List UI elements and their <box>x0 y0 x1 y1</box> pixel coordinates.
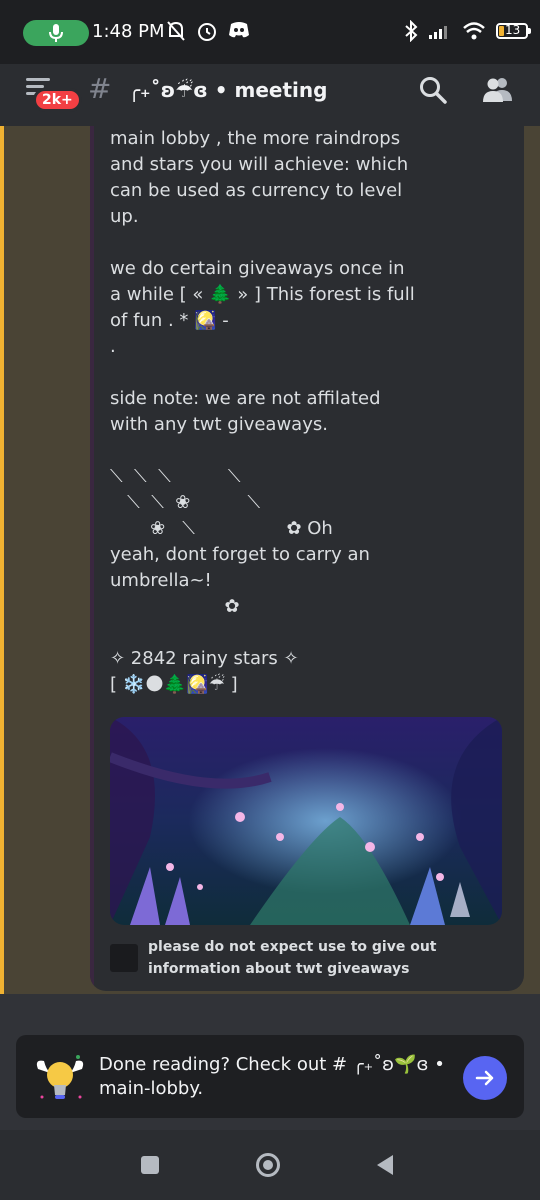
clock: 1:48 PM <box>92 21 165 42</box>
next-channel-card[interactable]: Done reading? Check out # ╭₊˚ʚ🌱ɞ • main-… <box>16 1035 524 1118</box>
wifi-icon <box>463 22 485 40</box>
channel-header: 2k+ # ╭₊˚ʚ☔ɞ • meeting <box>0 64 540 126</box>
battery-icon: 13 <box>496 23 531 39</box>
bluetooth-icon <box>405 20 418 42</box>
notification-badge: 2k+ <box>33 88 82 112</box>
embed-footer-text: please do not expect use to give out inf… <box>148 939 437 977</box>
status-bar: 1:48 PM 13 <box>0 0 540 64</box>
lightbulb-icon <box>36 1055 84 1099</box>
members-icon <box>483 78 512 102</box>
bottom-area: Done reading? Check out # ╭₊˚ʚ🌱ɞ • main-… <box>0 994 540 1130</box>
channel-title[interactable]: ╭₊˚ʚ☔ɞ • meeting <box>128 78 327 102</box>
mic-icon <box>49 24 63 42</box>
mic-active-indicator[interactable] <box>23 20 89 46</box>
mute-bell-icon <box>167 21 185 41</box>
message-highlight-bar <box>0 126 4 994</box>
message-list[interactable]: main lobby , the more raindrops and star… <box>0 126 540 994</box>
signal-icon <box>429 26 447 39</box>
members-button[interactable] <box>482 75 514 105</box>
home-icon[interactable] <box>255 1152 281 1178</box>
message-card-border <box>90 126 94 991</box>
battery-level: 13 <box>505 23 521 37</box>
arrow-right-icon <box>475 1070 494 1086</box>
alarm-icon <box>198 23 216 41</box>
message-card[interactable]: main lobby , the more raindrops and star… <box>90 126 524 991</box>
message-text: main lobby , the more raindrops and star… <box>110 128 415 695</box>
forest-image[interactable] <box>110 717 502 925</box>
next-channel-text: Done reading? Check out # ╭₊˚ʚ🌱ɞ • main-… <box>99 1054 445 1099</box>
search-button[interactable] <box>418 75 448 105</box>
hash-icon: # <box>88 72 112 105</box>
recents-icon[interactable] <box>141 1156 159 1174</box>
system-nav-bar <box>0 1130 540 1200</box>
search-icon <box>420 77 447 104</box>
embed-footer-icon <box>110 944 138 972</box>
discord-icon <box>229 22 249 38</box>
back-icon[interactable] <box>375 1154 395 1176</box>
next-channel-button[interactable] <box>463 1056 507 1100</box>
